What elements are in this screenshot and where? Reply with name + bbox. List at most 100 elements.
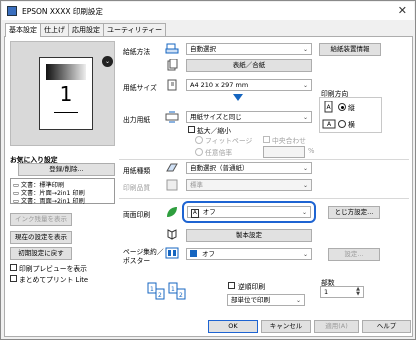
- nup-settings-button[interactable]: 設定...: [328, 248, 380, 261]
- print-quality-select[interactable]: 標準 ⌄: [186, 179, 312, 191]
- document-icon: ▭: [13, 198, 19, 205]
- title-bar: EPSON XXXX 印刷設定 ✕: [2, 2, 414, 20]
- paper-type-label: 用紙種類: [123, 167, 151, 175]
- output-paper-select[interactable]: 用紙サイズと同じ ⌄: [186, 111, 312, 123]
- print-lite-label: まとめてプリント Lite: [19, 276, 89, 284]
- chevron-down-icon: ⌄: [302, 82, 308, 89]
- collate-select[interactable]: 部単位で印刷 ⌄: [227, 294, 305, 306]
- divider: [119, 159, 409, 160]
- nup-value: オフ: [202, 250, 215, 258]
- center-checkbox[interactable]: [263, 136, 270, 143]
- duplex-label: 両面印刷: [123, 211, 151, 219]
- paper-type-select[interactable]: 自動選択（普通紙） ⌄: [186, 162, 312, 174]
- paper-source-label: 給紙方法: [123, 48, 151, 56]
- paper-source-info-button[interactable]: 給紙装置情報: [319, 43, 381, 56]
- paper-size-icon: [165, 79, 179, 91]
- paper-source-value: 自動選択: [190, 45, 216, 53]
- print-quality-label: 印刷品質: [123, 184, 151, 192]
- register-delete-button[interactable]: 登録/削除...: [18, 163, 115, 176]
- copies-value: 1: [324, 288, 329, 296]
- print-settings-dialog: EPSON XXXX 印刷設定 ✕ 基本設定 仕上げ 応用設定 ユーティリティー…: [0, 0, 416, 340]
- copies-spinbox[interactable]: 1 ▲ ▼: [320, 286, 364, 298]
- tab-finishing[interactable]: 仕上げ: [40, 23, 69, 36]
- print-lite-checkbox[interactable]: [10, 275, 17, 282]
- paper-size-label: 用紙サイズ: [123, 84, 157, 92]
- svg-text:2: 2: [158, 292, 162, 299]
- fit-page-radio[interactable]: [195, 136, 203, 144]
- percent-label: %: [308, 147, 315, 155]
- paper-type-value: 自動選択（普通紙）: [190, 164, 249, 172]
- paper-type-icon: [165, 162, 179, 174]
- print-preview-checkbox[interactable]: [10, 264, 17, 271]
- reverse-order-checkbox[interactable]: [228, 282, 235, 289]
- landscape-icon: A: [322, 118, 336, 130]
- portrait-radio[interactable]: [338, 103, 346, 111]
- preview-page: 1: [39, 57, 93, 130]
- fit-page-label: フィットページ: [205, 137, 253, 145]
- reduce-enlarge-label: 拡大／縮小: [197, 127, 231, 135]
- help-button[interactable]: ヘルプ: [362, 320, 411, 333]
- reset-defaults-button[interactable]: 初期設定に戻す: [10, 247, 72, 260]
- window-title: EPSON XXXX 印刷設定: [22, 6, 103, 16]
- chevron-down-icon: ⌄: [302, 251, 308, 258]
- chevron-down-icon: ⌄: [295, 297, 301, 304]
- nup-icon: [165, 247, 179, 259]
- cover-sheet-button[interactable]: 表紙／合紙: [186, 59, 312, 72]
- booklet-icon: [165, 228, 179, 240]
- output-paper-label: 出力用紙: [123, 116, 151, 124]
- page-order-icon: 1212: [147, 281, 193, 303]
- show-current-settings-button[interactable]: 現在の設定を表示: [10, 231, 72, 244]
- print-preview-label: 印刷プレビューを表示: [19, 265, 87, 273]
- binding-settings-button[interactable]: とじ方設定...: [328, 206, 380, 219]
- spin-arrows-icon[interactable]: ▲ ▼: [356, 287, 360, 297]
- close-icon[interactable]: ✕: [398, 4, 407, 17]
- duplex-a-icon: A: [191, 209, 199, 218]
- portrait-icon: A: [322, 100, 336, 113]
- print-quality-value: 標準: [190, 181, 203, 189]
- scale-spinbox[interactable]: [263, 146, 305, 158]
- leaf-icon: [165, 206, 179, 218]
- preview-gradient-bar: [46, 64, 86, 80]
- cancel-button[interactable]: キャンセル: [261, 320, 311, 333]
- cover-sheet-icon: [165, 58, 179, 71]
- nup-box-icon: [190, 250, 197, 257]
- favorite-item[interactable]: ▭ 文書：両面→2in1 印刷: [13, 196, 85, 205]
- landscape-label: 横: [348, 121, 355, 129]
- portrait-label: 縦: [348, 104, 355, 112]
- landscape-radio[interactable]: [338, 120, 346, 128]
- ink-level-button[interactable]: インク残量を表示: [10, 213, 72, 226]
- preview-page-number: 1: [59, 82, 73, 106]
- paper-source-select[interactable]: 自動選択 ⌄: [186, 43, 312, 55]
- any-scale-label: 任意倍率: [205, 149, 233, 157]
- booklet-settings-button[interactable]: 製本設定: [186, 229, 312, 242]
- duplex-select[interactable]: A オフ ⌄: [187, 206, 311, 218]
- chevron-down-icon: ⌄: [301, 209, 307, 216]
- center-label: 中央合わせ: [272, 137, 306, 145]
- paper-tray-icon: [165, 43, 179, 55]
- favorite-item-label: 文書：両面→2in1 印刷: [20, 198, 85, 205]
- collate-value: 部単位で印刷: [231, 296, 270, 304]
- tab-advanced[interactable]: 応用設定: [68, 23, 104, 36]
- chevron-down-icon: ⌄: [302, 114, 308, 121]
- reduce-enlarge-checkbox[interactable]: [188, 126, 195, 133]
- tab-bar: 基本設定 仕上げ 応用設定 ユーティリティー: [5, 23, 167, 37]
- tab-basic[interactable]: 基本設定: [5, 23, 41, 37]
- paper-size-select[interactable]: A4 210 x 297 mm ⌄: [186, 79, 312, 91]
- apply-button[interactable]: 適用(A): [314, 320, 359, 333]
- nup-select[interactable]: オフ ⌄: [186, 248, 312, 260]
- tab-utility[interactable]: ユーティリティー: [103, 23, 167, 36]
- reverse-order-label: 逆順印刷: [238, 283, 266, 291]
- favorites-list: ▭ 文書：標準印刷 ▭ 文書：片面→2in1 印刷 ▭ 文書：両面→2in1 印…: [10, 178, 115, 205]
- svg-text:2: 2: [179, 292, 183, 299]
- arrow-down-icon: [233, 94, 243, 101]
- divider: [119, 198, 409, 199]
- collapse-preview-icon[interactable]: ⌄: [102, 56, 113, 67]
- preview-underline: [54, 112, 78, 113]
- paper-size-value: A4 210 x 297 mm: [190, 81, 249, 89]
- any-scale-radio[interactable]: [195, 148, 203, 156]
- duplex-value: オフ: [202, 208, 216, 216]
- chevron-down-icon: ⌄: [302, 46, 308, 53]
- ok-button[interactable]: OK: [208, 320, 258, 333]
- chevron-down-icon: ⌄: [302, 165, 308, 172]
- nup-label-line2: ポスター: [123, 257, 151, 265]
